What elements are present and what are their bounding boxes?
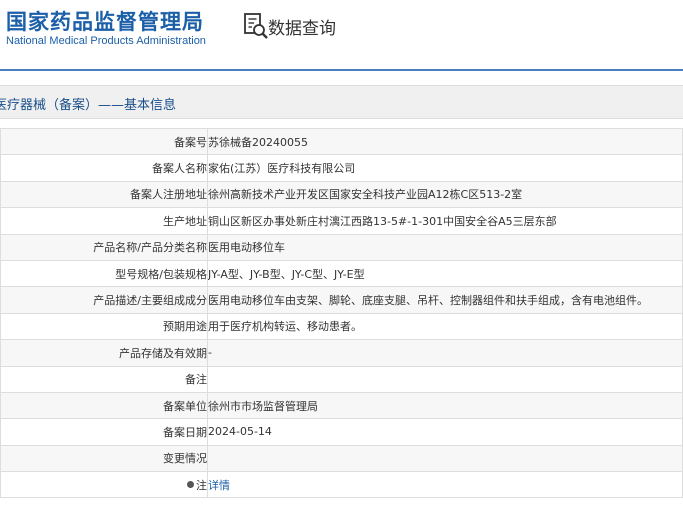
row-label: 注: [0, 471, 208, 499]
table-row: 备案单位 徐州市市场监督管理局: [0, 391, 683, 420]
row-value: 家佑(江苏）医疗科技有限公司: [207, 154, 683, 182]
row-value: JY-A型、JY-B型、JY-C型、JY-E型: [207, 259, 683, 288]
row-label: 产品存储及有效期: [0, 339, 208, 367]
row-label: 备案单位: [0, 391, 208, 420]
table-row: 生产地址 铜山区新区办事处新庄村漓江西路13-5#-1-301中国安全谷A5三层东…: [0, 207, 683, 235]
row-value: 医用电动移位车由支架、脚轮、底座支腿、吊杆、控制器组件和扶手组成，含有电池组件。: [207, 286, 683, 314]
row-value: [207, 444, 683, 473]
section-title: 医疗器械（备案）——基本信息: [0, 98, 177, 113]
row-label: 预期用途: [0, 312, 208, 341]
note-label: 注: [196, 478, 207, 492]
row-value: 用于医疗机构转运、移动患者。: [207, 312, 683, 341]
logo-title-cn[interactable]: 国家药品监督管理局: [6, 6, 204, 36]
logo-title-en[interactable]: National Medical Products Administration: [6, 35, 206, 47]
table-row: 备案号 苏徐械备20240055: [0, 127, 683, 156]
table-row: 型号规格/包装规格 JY-A型、JY-B型、JY-C型、JY-E型: [0, 259, 683, 288]
row-label: 备注: [0, 365, 208, 393]
row-label: 备案人注册地址: [0, 180, 208, 209]
table-row: 备注: [0, 365, 683, 393]
row-value: 铜山区新区办事处新庄村漓江西路13-5#-1-301中国安全谷A5三层东部: [207, 207, 683, 235]
row-value: -: [207, 339, 683, 367]
table-row: 产品存储及有效期 -: [0, 339, 683, 367]
table-row: 产品名称/产品分类名称 医用电动移位车: [0, 233, 683, 261]
row-value: 详情: [207, 471, 683, 499]
row-label: 备案人名称: [0, 154, 208, 182]
site-header: 国家药品监督管理局 National Medical Products Admi…: [0, 0, 683, 68]
row-label: 变更情况: [0, 444, 208, 473]
table-row-note: 注 详情: [0, 471, 683, 499]
row-label: 备案号: [0, 127, 208, 156]
detail-link[interactable]: 详情: [209, 479, 231, 492]
bullet-dot-icon: [187, 481, 194, 489]
table-row: 变更情况: [0, 444, 683, 473]
section-header: 医疗器械（备案）——基本信息: [0, 85, 683, 119]
row-value: 徐州高新技术产业开发区国家安全科技产业园A12栋C区513-2室: [207, 180, 683, 209]
data-query-title: 数据查询: [268, 19, 336, 39]
table-row: 备案日期 2024-05-14: [0, 418, 683, 446]
row-value: 苏徐械备20240055: [207, 127, 683, 156]
row-value: 医用电动移位车: [207, 233, 683, 261]
row-label: 产品描述/主要组成成分: [0, 286, 208, 314]
magnifier-document-icon: [244, 13, 268, 39]
table-row: 备案人注册地址 徐州高新技术产业开发区国家安全科技产业园A12栋C区513-2室: [0, 180, 683, 209]
header-divider: [0, 69, 683, 71]
row-value: 徐州市市场监督管理局: [207, 391, 683, 420]
row-value: 2024-05-14: [207, 418, 683, 446]
row-label: 生产地址: [0, 207, 208, 235]
row-label: 型号规格/包装规格: [0, 259, 208, 288]
table-row: 备案人名称 家佑(江苏）医疗科技有限公司: [0, 154, 683, 182]
table-row: 预期用途 用于医疗机构转运、移动患者。: [0, 312, 683, 341]
row-label: 产品名称/产品分类名称: [0, 233, 208, 261]
row-value: [207, 365, 683, 393]
row-label: 备案日期: [0, 418, 208, 446]
table-row: 产品描述/主要组成成分 医用电动移位车由支架、脚轮、底座支腿、吊杆、控制器组件和扶…: [0, 286, 683, 314]
record-detail-table: 备案号 苏徐械备20240055 备案人名称 家佑(江苏）医疗科技有限公司 备案人注册地…: [0, 127, 683, 499]
